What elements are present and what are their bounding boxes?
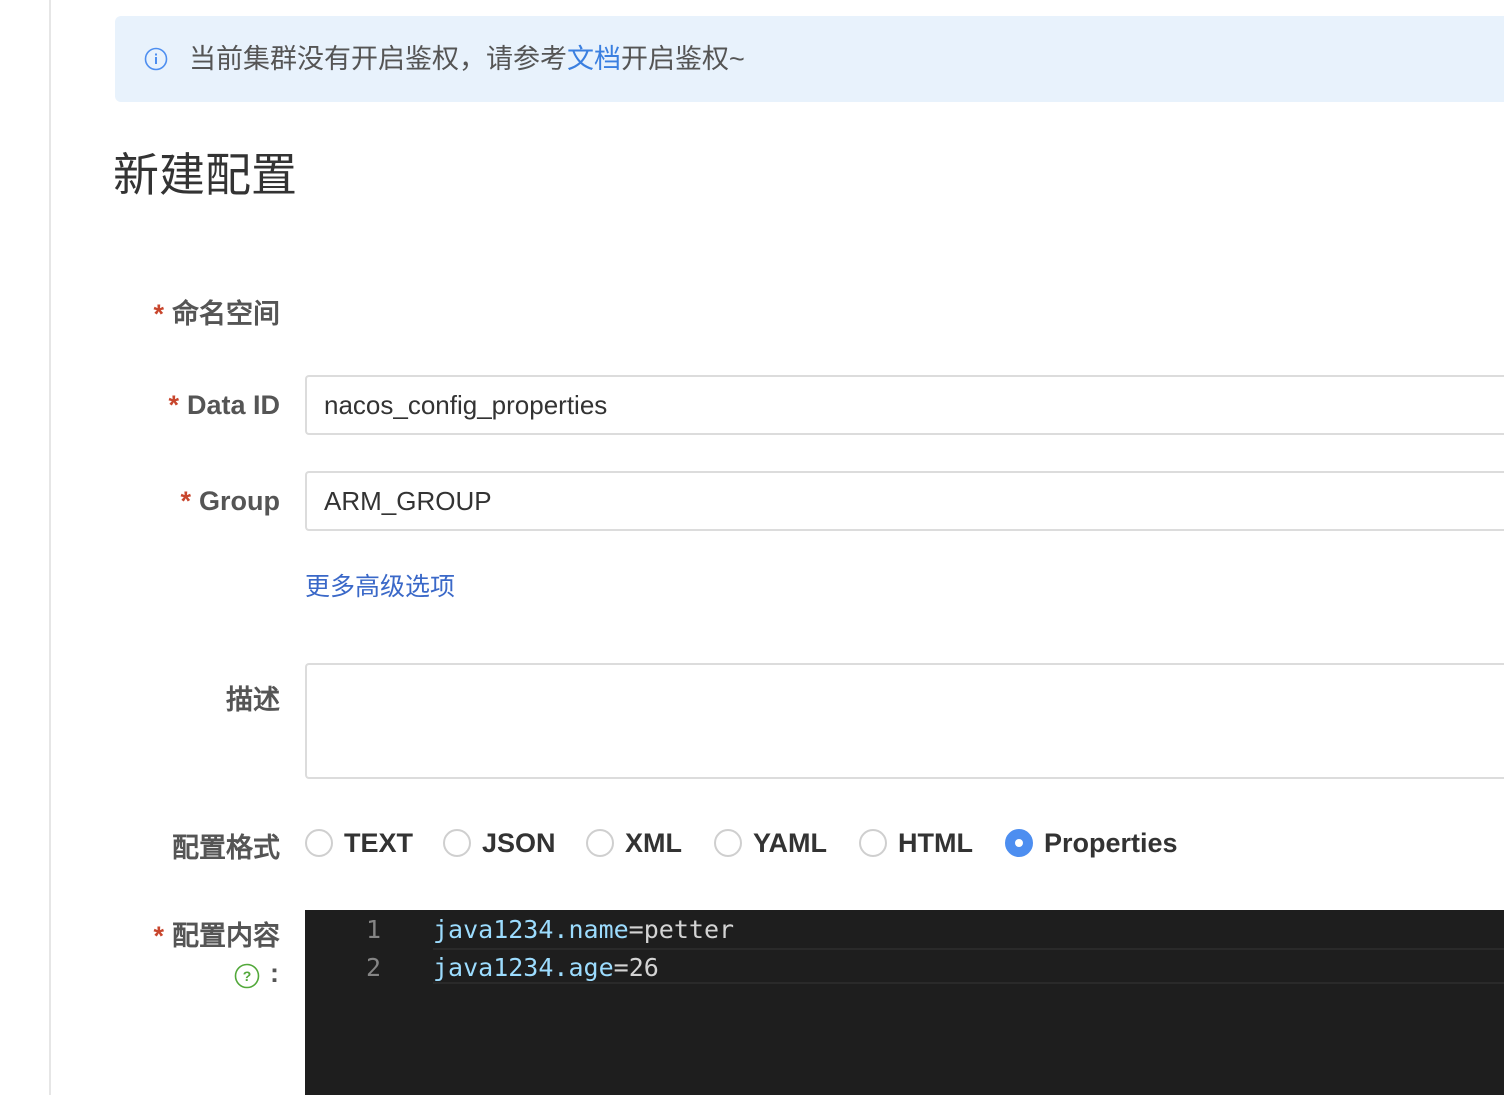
info-icon [144,47,168,71]
notice-text-before: 当前集群没有开启鉴权，请参考 [189,44,567,74]
required-mark: * [153,921,164,951]
help-question-icon[interactable]: ? [234,963,260,989]
format-label: 配置格式 [172,833,280,863]
format-radio-yaml[interactable]: YAML [714,822,827,864]
group-label: * Group [180,486,280,516]
format-radio-xml[interactable]: XML [586,822,682,864]
radio-button-icon[interactable] [443,829,471,857]
auth-notice-banner: 当前集群没有开启鉴权，请参考文档开启鉴权~ [115,16,1504,102]
code-text: java1234.name=petter [433,915,735,944]
code-line[interactable]: 1 java1234.name=petter [305,911,1504,949]
format-radio-text[interactable]: TEXT [305,822,413,864]
docs-link[interactable]: 文档 [567,44,621,74]
line-number: 2 [365,953,381,982]
required-mark: * [153,299,164,329]
page-title: 新建配置 [113,149,297,201]
data-id-label: * Data ID [168,390,280,420]
code-line[interactable]: 2 java1234.age=26 [305,949,1504,987]
namespace-label: * 命名空间 [153,299,280,329]
code-text: java1234.age=26 [433,953,659,982]
radio-button-checked-icon[interactable] [1005,829,1033,857]
more-advanced-options-link[interactable]: 更多高级选项 [305,570,455,604]
notice-text-after: 开启鉴权~ [621,44,745,74]
line-number: 1 [365,915,381,944]
format-radio-html[interactable]: HTML [859,822,973,864]
content-label-colon: : [270,958,279,988]
description-textarea[interactable] [305,663,1504,779]
description-label: 描述 [226,685,280,715]
radio-button-icon[interactable] [586,829,614,857]
radio-button-icon[interactable] [714,829,742,857]
notice-text: 当前集群没有开启鉴权，请参考文档开启鉴权~ [189,16,745,102]
radio-button-icon[interactable] [305,829,333,857]
format-radio-json[interactable]: JSON [443,822,556,864]
required-mark: * [168,390,179,420]
required-mark: * [180,486,191,516]
svg-text:?: ? [243,968,252,984]
config-content-editor[interactable]: 1 java1234.name=petter 2 java1234.age=26 [305,910,1504,1095]
format-radio-properties[interactable]: Properties [1005,822,1178,864]
left-sidebar-rail [0,0,51,1095]
radio-button-icon[interactable] [859,829,887,857]
content-label: * 配置内容 [153,921,280,951]
group-input[interactable] [305,471,1504,531]
data-id-input[interactable] [305,375,1504,435]
